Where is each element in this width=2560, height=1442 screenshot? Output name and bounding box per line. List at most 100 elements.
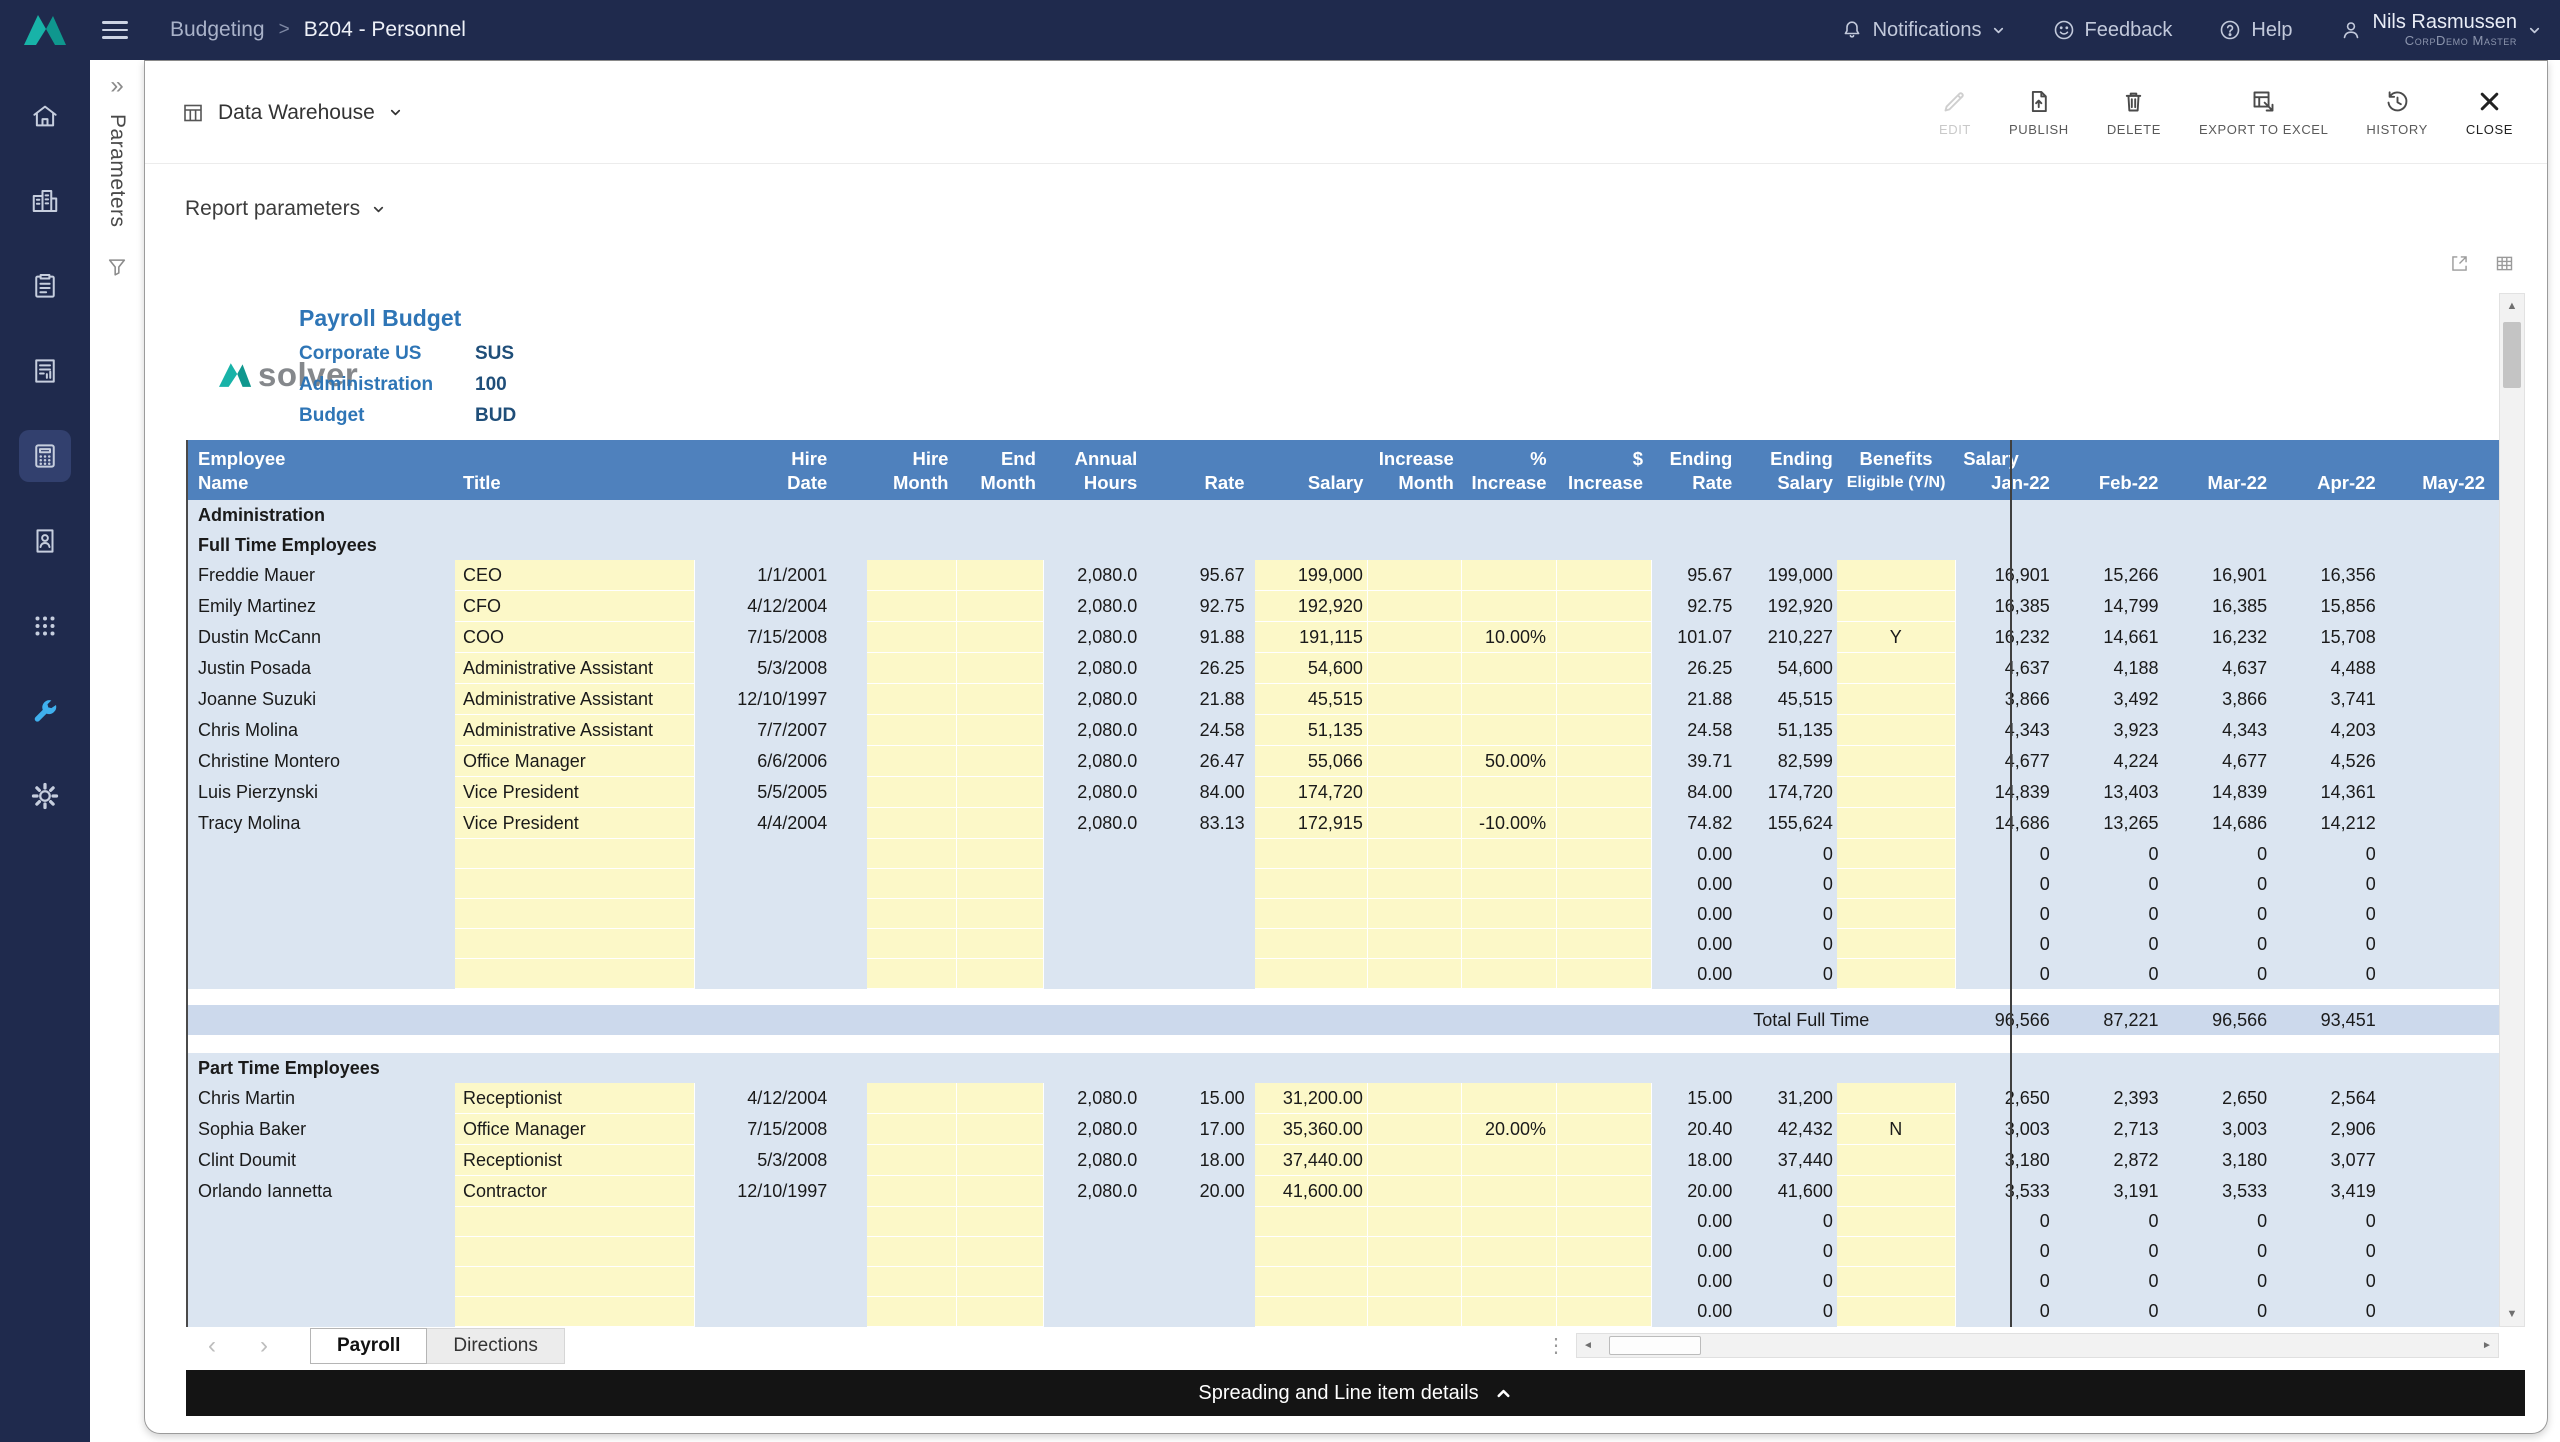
cell-hire_month[interactable] bbox=[867, 745, 957, 777]
cell-benefits[interactable] bbox=[1836, 898, 1956, 929]
cell-title[interactable]: Vice President bbox=[454, 807, 696, 839]
cell-salary[interactable]: 41,600.00 bbox=[1254, 1175, 1368, 1207]
cell-salary[interactable]: 192,920 bbox=[1254, 590, 1368, 622]
cell-title[interactable]: Office Manager bbox=[454, 1113, 696, 1145]
cell-benefits[interactable] bbox=[1836, 928, 1956, 959]
vertical-scrollbar-thumb[interactable] bbox=[2503, 322, 2521, 388]
cell-title[interactable]: CEO bbox=[454, 560, 696, 591]
cell-benefits[interactable] bbox=[1836, 1144, 1956, 1176]
cell-hire_month[interactable] bbox=[867, 652, 957, 684]
cell-title[interactable] bbox=[454, 1206, 696, 1237]
cell-end_month[interactable] bbox=[956, 1296, 1045, 1327]
cell-benefits[interactable] bbox=[1836, 745, 1956, 777]
cell-benefits[interactable] bbox=[1836, 560, 1956, 591]
cell-end_month[interactable] bbox=[956, 928, 1045, 959]
cell-title[interactable] bbox=[454, 898, 696, 929]
cell-salary[interactable]: 191,115 bbox=[1254, 621, 1368, 653]
cell-hire_month[interactable] bbox=[867, 1144, 957, 1176]
cell-salary[interactable]: 35,360.00 bbox=[1254, 1113, 1368, 1145]
cell-increase_month[interactable] bbox=[1367, 745, 1463, 777]
close-button[interactable]: CLOSE bbox=[2466, 88, 2513, 137]
cell-pct_increase[interactable]: 20.00% bbox=[1461, 1113, 1558, 1145]
cell-dollar_increase[interactable] bbox=[1556, 1236, 1652, 1267]
cell-salary[interactable] bbox=[1254, 868, 1368, 899]
cell-benefits[interactable] bbox=[1836, 1206, 1956, 1237]
cell-title[interactable]: COO bbox=[454, 621, 696, 653]
vertical-scrollbar[interactable]: ▲ ▼ bbox=[2499, 293, 2525, 1327]
scroll-down-arrow[interactable]: ▼ bbox=[2500, 1302, 2524, 1326]
cell-title[interactable] bbox=[454, 1266, 696, 1297]
cell-hire_month[interactable] bbox=[867, 1206, 957, 1237]
cell-dollar_increase[interactable] bbox=[1556, 958, 1652, 989]
cell-end_month[interactable] bbox=[956, 776, 1045, 808]
cell-salary[interactable] bbox=[1254, 1206, 1368, 1237]
cell-end_month[interactable] bbox=[956, 838, 1045, 869]
cell-end_month[interactable] bbox=[956, 1206, 1045, 1237]
cell-benefits[interactable] bbox=[1836, 1175, 1956, 1207]
cell-increase_month[interactable] bbox=[1367, 683, 1463, 715]
cell-increase_month[interactable] bbox=[1367, 868, 1463, 899]
help-button[interactable]: Help bbox=[2218, 18, 2293, 42]
horizontal-scroll-track[interactable] bbox=[1599, 1334, 2476, 1357]
cell-benefits[interactable] bbox=[1836, 1236, 1956, 1267]
data-warehouse-selector[interactable]: Data Warehouse bbox=[181, 61, 403, 164]
cell-hire_month[interactable] bbox=[867, 683, 957, 715]
cell-hire_month[interactable] bbox=[867, 1113, 957, 1145]
cell-hire_month[interactable] bbox=[867, 1175, 957, 1207]
cell-title[interactable]: Office Manager bbox=[454, 745, 696, 777]
cell-pct_increase[interactable] bbox=[1461, 560, 1558, 591]
cell-hire_month[interactable] bbox=[867, 1296, 957, 1327]
cell-increase_month[interactable] bbox=[1367, 958, 1463, 989]
cell-dollar_increase[interactable] bbox=[1556, 1082, 1652, 1114]
scroll-right-arrow[interactable]: ► bbox=[2476, 1340, 2498, 1351]
breadcrumb-budgeting[interactable]: Budgeting bbox=[170, 18, 265, 42]
cell-dollar_increase[interactable] bbox=[1556, 1266, 1652, 1297]
cell-salary[interactable]: 174,720 bbox=[1254, 776, 1368, 808]
cell-end_month[interactable] bbox=[956, 560, 1045, 591]
cell-end_month[interactable] bbox=[956, 714, 1045, 746]
grid-view-icon[interactable] bbox=[2494, 253, 2515, 274]
cell-salary[interactable] bbox=[1254, 958, 1368, 989]
expand-parameters-icon[interactable]: » bbox=[110, 74, 123, 98]
cell-title[interactable] bbox=[454, 928, 696, 959]
cell-end_month[interactable] bbox=[956, 621, 1045, 653]
cell-dollar_increase[interactable] bbox=[1556, 714, 1652, 746]
cell-dollar_increase[interactable] bbox=[1556, 745, 1652, 777]
cell-salary[interactable]: 45,515 bbox=[1254, 683, 1368, 715]
cell-dollar_increase[interactable] bbox=[1556, 590, 1652, 622]
export-to-excel-button[interactable]: EXPORT TO EXCEL bbox=[2199, 88, 2328, 137]
cell-pct_increase[interactable] bbox=[1461, 868, 1558, 899]
cell-end_month[interactable] bbox=[956, 898, 1045, 929]
cell-dollar_increase[interactable] bbox=[1556, 1113, 1652, 1145]
cell-benefits[interactable] bbox=[1836, 1082, 1956, 1114]
cell-dollar_increase[interactable] bbox=[1556, 621, 1652, 653]
sidebar-item-tasks[interactable] bbox=[19, 260, 71, 312]
cell-title[interactable] bbox=[454, 838, 696, 869]
cell-pct_increase[interactable]: -10.00% bbox=[1461, 807, 1558, 839]
cell-dollar_increase[interactable] bbox=[1556, 560, 1652, 591]
cell-pct_increase[interactable] bbox=[1461, 1082, 1558, 1114]
cell-dollar_increase[interactable] bbox=[1556, 1144, 1652, 1176]
cell-title[interactable]: Receptionist bbox=[454, 1144, 696, 1176]
cell-hire_month[interactable] bbox=[867, 807, 957, 839]
cell-salary[interactable]: 51,135 bbox=[1254, 714, 1368, 746]
cell-end_month[interactable] bbox=[956, 958, 1045, 989]
cell-end_month[interactable] bbox=[956, 868, 1045, 899]
cell-salary[interactable]: 55,066 bbox=[1254, 745, 1368, 777]
cell-benefits[interactable] bbox=[1836, 683, 1956, 715]
cell-increase_month[interactable] bbox=[1367, 1206, 1463, 1237]
cell-hire_month[interactable] bbox=[867, 868, 957, 899]
history-button[interactable]: HISTORY bbox=[2366, 88, 2428, 137]
cell-salary[interactable] bbox=[1254, 838, 1368, 869]
sidebar-item-modules[interactable] bbox=[19, 600, 71, 652]
cell-dollar_increase[interactable] bbox=[1556, 652, 1652, 684]
cell-benefits[interactable] bbox=[1836, 838, 1956, 869]
cell-benefits[interactable] bbox=[1836, 652, 1956, 684]
cell-hire_month[interactable] bbox=[867, 621, 957, 653]
cell-benefits[interactable] bbox=[1836, 1266, 1956, 1297]
cell-pct_increase[interactable]: 50.00% bbox=[1461, 745, 1558, 777]
cell-salary[interactable] bbox=[1254, 1236, 1368, 1267]
cell-pct_increase[interactable] bbox=[1461, 958, 1558, 989]
cell-benefits[interactable]: Y bbox=[1836, 621, 1956, 653]
cell-pct_increase[interactable] bbox=[1461, 1236, 1558, 1267]
